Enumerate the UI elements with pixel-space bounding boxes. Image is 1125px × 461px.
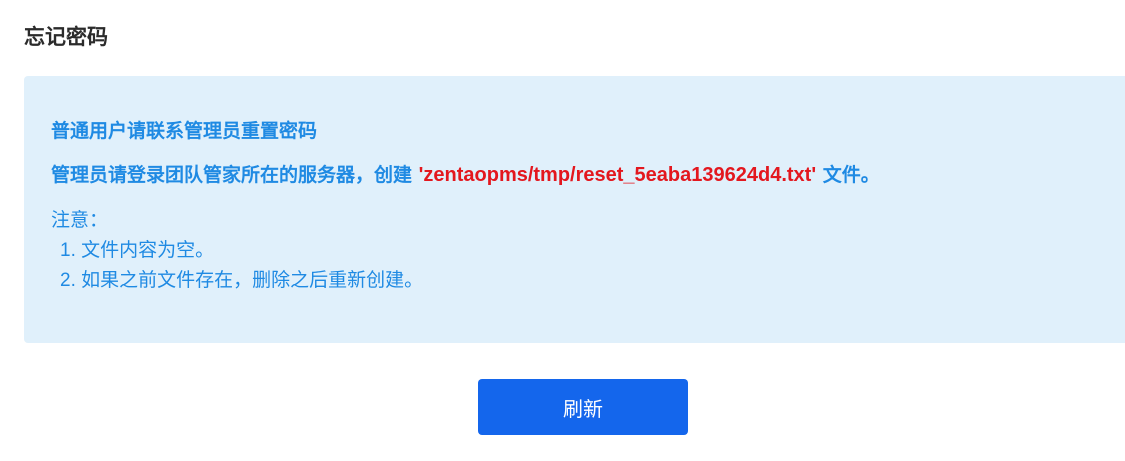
refresh-button[interactable]: 刷新: [478, 379, 688, 435]
notice-user-instruction: 普通用户请联系管理员重置密码: [51, 120, 318, 142]
admin-instruction-prefix: 管理员请登录团队管家所在的服务器，创建: [51, 164, 419, 186]
notice-admin-instruction: 管理员请登录团队管家所在的服务器，创建 'zentaopms/tmp/reset…: [51, 161, 880, 189]
admin-instruction-suffix: 文件。: [816, 164, 880, 186]
note-item-recreate-file: 2. 如果之前文件存在，删除之后重新创建。: [60, 270, 424, 291]
forgot-password-page: 忘记密码 普通用户请联系管理员重置密码 管理员请登录团队管家所在的服务器，创建 …: [0, 0, 1125, 461]
note-title: 注意：: [51, 209, 109, 231]
note-list: 1. 文件内容为空。 2. 如果之前文件存在，删除之后重新创建。: [60, 236, 423, 296]
reset-file-path: 'zentaopms/tmp/reset_5eaba139624d4.txt': [418, 164, 817, 186]
note-item-empty-content: 1. 文件内容为空。: [60, 240, 215, 261]
notice-box: 普通用户请联系管理员重置密码 管理员请登录团队管家所在的服务器，创建 'zent…: [24, 76, 1125, 343]
page-title: 忘记密码: [24, 25, 108, 49]
